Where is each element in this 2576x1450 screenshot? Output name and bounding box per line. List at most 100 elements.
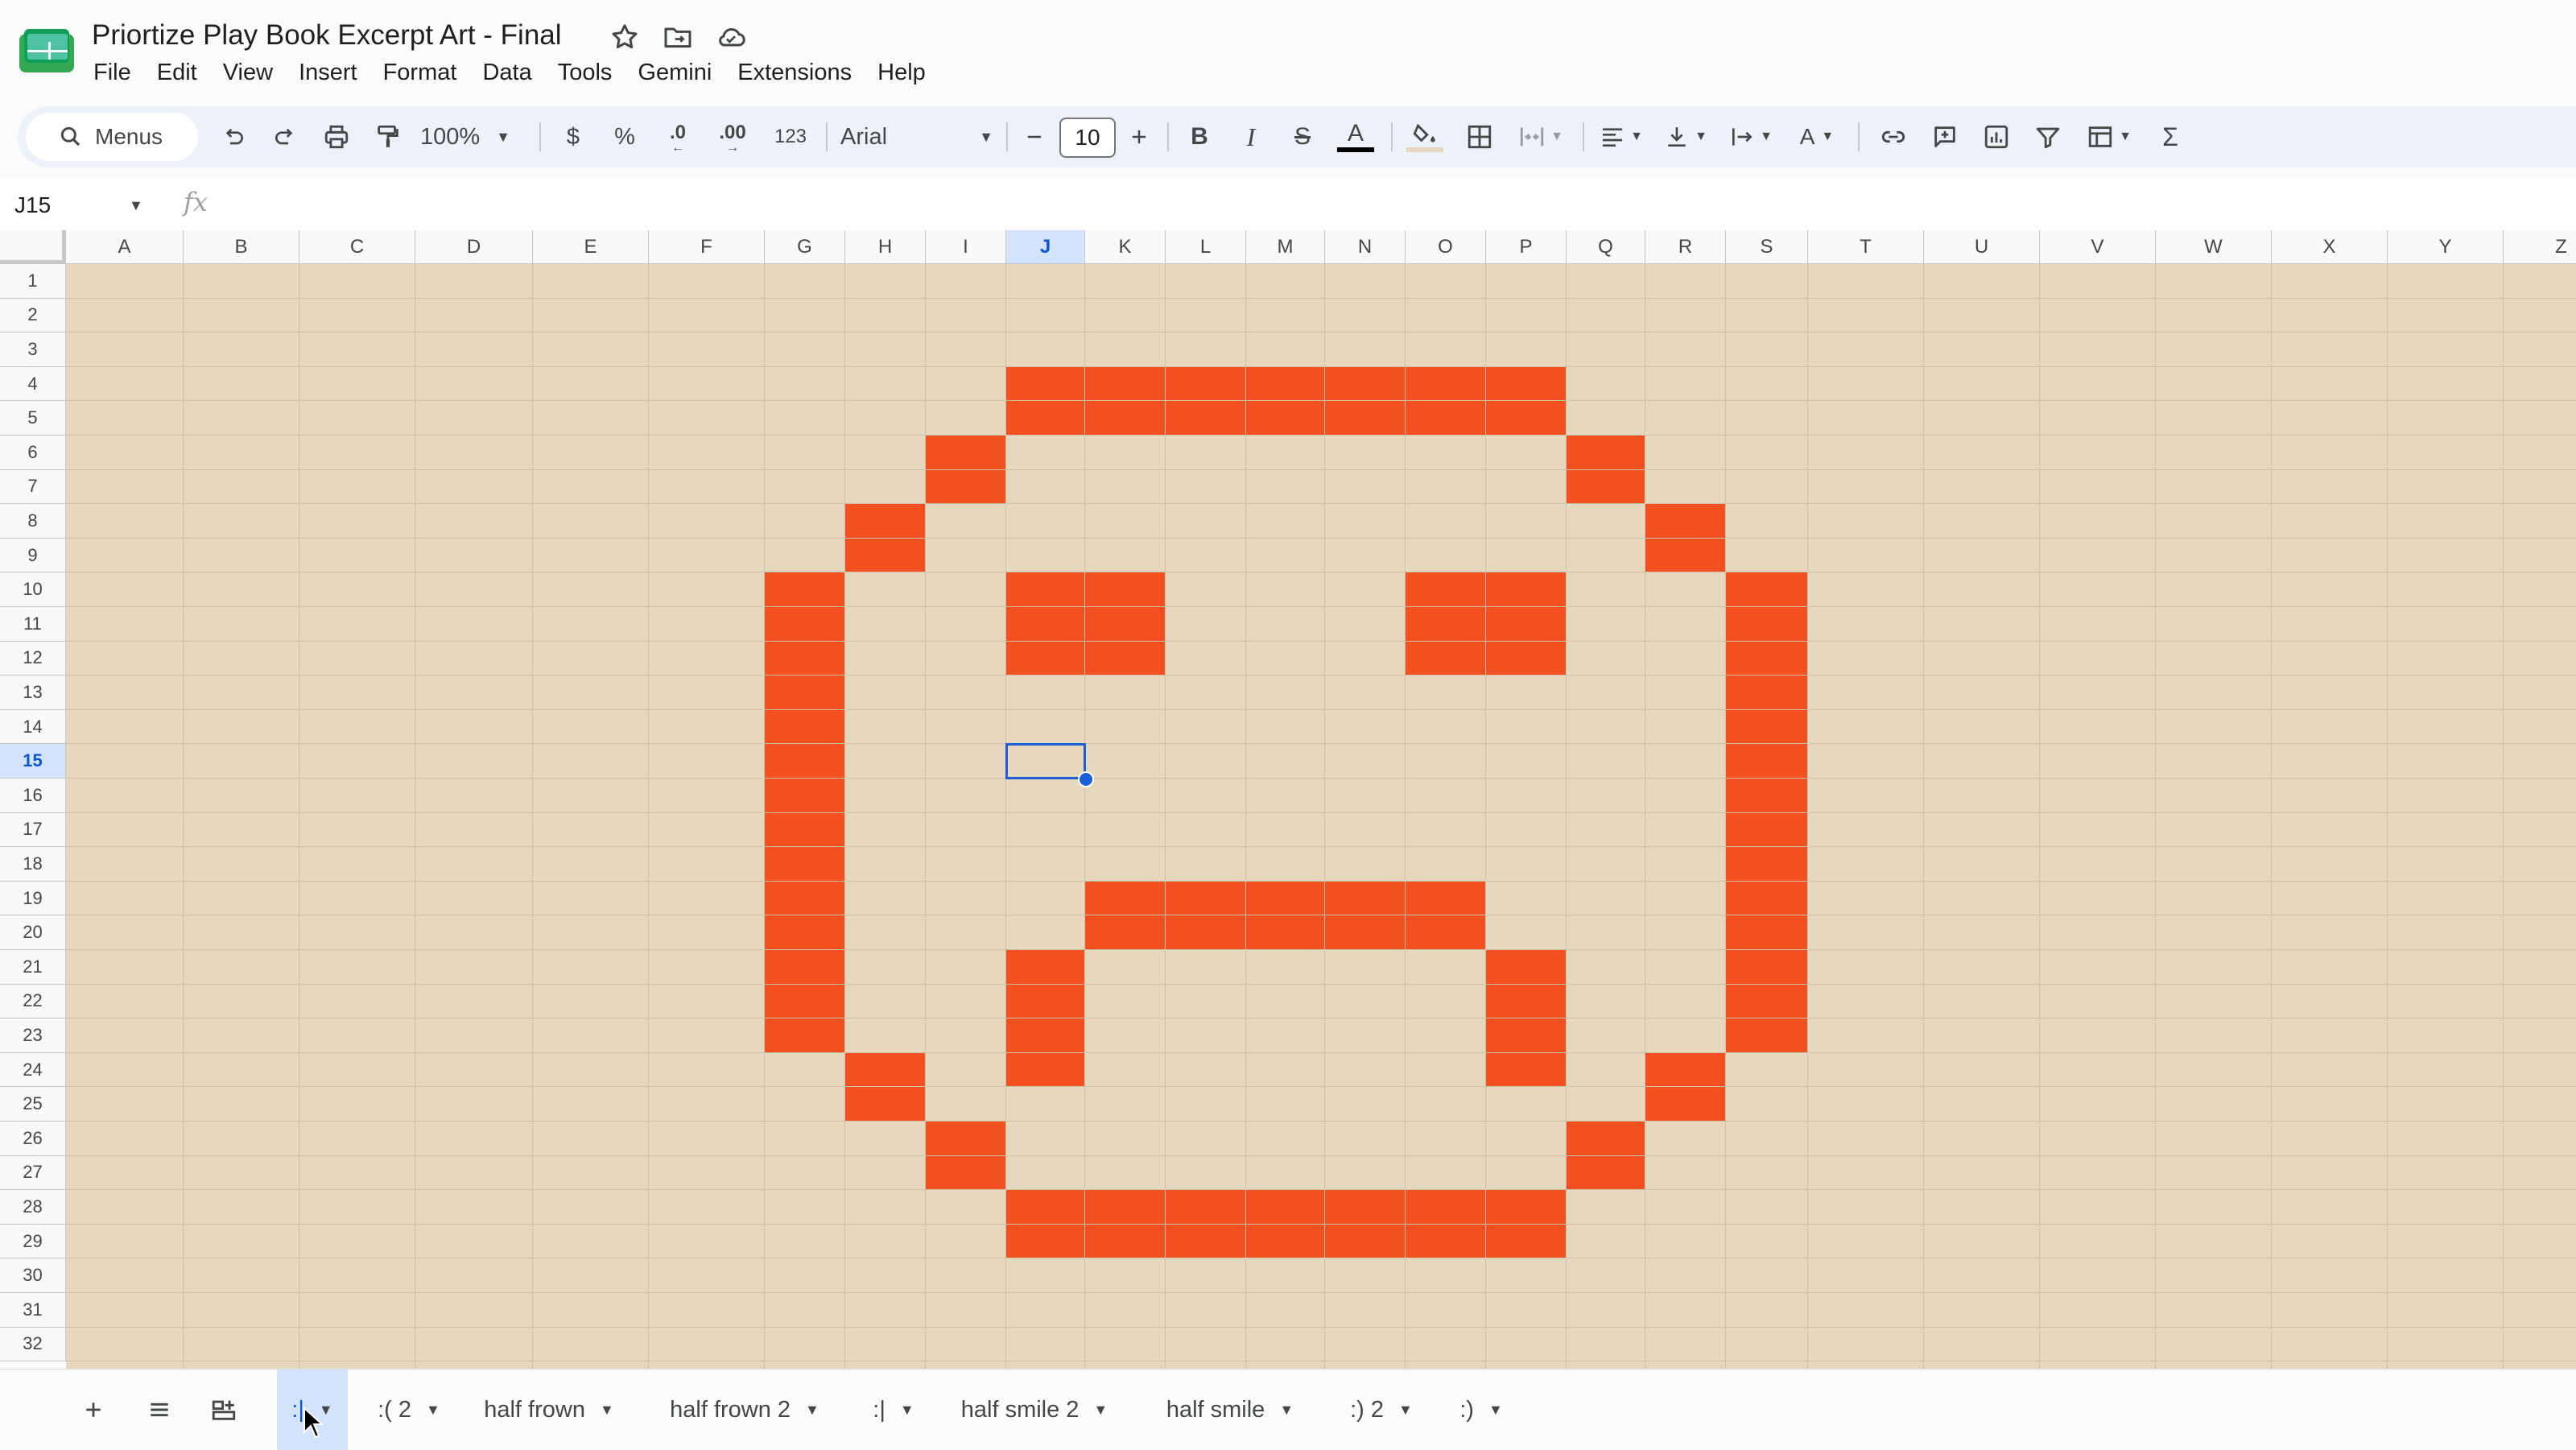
- column-header-h[interactable]: H: [845, 230, 926, 264]
- paint-format-icon[interactable]: [365, 106, 411, 167]
- insert-link-icon[interactable]: [1871, 106, 1916, 167]
- select-all-corner[interactable]: [0, 230, 66, 264]
- add-sheet-icon[interactable]: [76, 1392, 111, 1427]
- row-header-11[interactable]: 11: [0, 607, 66, 642]
- explore-sheets-icon[interactable]: [206, 1392, 242, 1427]
- menu-file[interactable]: File: [80, 55, 144, 90]
- fill-handle[interactable]: [1078, 771, 1094, 787]
- print-icon[interactable]: [314, 106, 359, 167]
- increase-decimal-button[interactable]: .00 →: [707, 106, 758, 167]
- percent-format-button[interactable]: %: [602, 106, 647, 167]
- menu-data[interactable]: Data: [469, 55, 544, 90]
- insert-comment-icon[interactable]: [1922, 106, 1967, 167]
- column-header-p[interactable]: P: [1486, 230, 1567, 264]
- column-header-d[interactable]: D: [415, 230, 533, 264]
- column-header-l[interactable]: L: [1166, 230, 1246, 264]
- row-header-4[interactable]: 4: [0, 366, 66, 402]
- bold-button[interactable]: B: [1177, 106, 1222, 167]
- row-header-19[interactable]: 19: [0, 881, 66, 916]
- formula-input[interactable]: [233, 187, 2552, 224]
- row-header-7[interactable]: 7: [0, 469, 66, 505]
- menu-extensions[interactable]: Extensions: [724, 55, 865, 90]
- column-header-b[interactable]: B: [184, 230, 299, 264]
- move-folder-icon[interactable]: [662, 21, 694, 53]
- filled-cells-J-K-10-12[interactable]: [1006, 572, 1166, 676]
- font-family-select[interactable]: Arial ▼: [840, 106, 993, 167]
- chevron-down-icon[interactable]: ▼: [600, 1402, 614, 1419]
- font-size-input[interactable]: 10: [1059, 118, 1116, 158]
- column-header-n[interactable]: N: [1325, 230, 1406, 264]
- menu-insert[interactable]: Insert: [286, 55, 370, 90]
- row-header-12[interactable]: 12: [0, 641, 66, 676]
- chevron-down-icon[interactable]: ▼: [1279, 1402, 1294, 1419]
- sheets-logo-icon[interactable]: [19, 29, 74, 72]
- row-header-9[interactable]: 9: [0, 538, 66, 573]
- column-header-k[interactable]: K: [1085, 230, 1166, 264]
- menu-view[interactable]: View: [210, 55, 286, 90]
- column-header-g[interactable]: G: [765, 230, 845, 264]
- column-header-a[interactable]: A: [66, 230, 184, 264]
- column-header-v[interactable]: V: [2040, 230, 2156, 264]
- currency-format-button[interactable]: $: [551, 106, 596, 167]
- text-rotation-icon[interactable]: A ▼: [1787, 106, 1847, 167]
- selected-cell[interactable]: [1005, 743, 1086, 779]
- row-header-8[interactable]: 8: [0, 504, 66, 539]
- horizontal-align-icon[interactable]: ▼: [1592, 106, 1650, 167]
- row-header-20[interactable]: 20: [0, 915, 66, 950]
- column-header-m[interactable]: M: [1246, 230, 1325, 264]
- text-wrapping-icon[interactable]: ▼: [1721, 106, 1781, 167]
- decrease-decimal-button[interactable]: .0 ←: [654, 106, 702, 167]
- row-header-24[interactable]: 24: [0, 1052, 66, 1088]
- menu-tools[interactable]: Tools: [545, 55, 625, 90]
- undo-icon[interactable]: [211, 106, 256, 167]
- column-header-f[interactable]: F: [649, 230, 765, 264]
- merge-cells-icon[interactable]: ▼: [1509, 106, 1573, 167]
- name-box[interactable]: J15 ▼: [14, 187, 151, 224]
- chevron-down-icon[interactable]: ▼: [1488, 1402, 1503, 1419]
- all-sheets-icon[interactable]: [142, 1392, 177, 1427]
- row-header-22[interactable]: 22: [0, 984, 66, 1019]
- filled-cells-K-O-19-20[interactable]: [1085, 881, 1486, 950]
- column-header-e[interactable]: E: [533, 230, 649, 264]
- column-header-z[interactable]: Z: [2504, 230, 2576, 264]
- row-header-26[interactable]: 26: [0, 1122, 66, 1156]
- menu-edit[interactable]: Edit: [144, 55, 210, 90]
- column-header-i[interactable]: I: [926, 230, 1006, 264]
- document-title[interactable]: Priortize Play Book Excerpt Art - Final: [92, 16, 562, 55]
- insert-chart-icon[interactable]: [1974, 106, 2019, 167]
- column-header-w[interactable]: W: [2156, 230, 2272, 264]
- row-header-16[interactable]: 16: [0, 779, 66, 813]
- sheet-tab[interactable]: half smile 2 ▼: [950, 1369, 1119, 1450]
- sheet-tab[interactable]: half frown ▼: [470, 1369, 628, 1450]
- filled-cells-O-P-10-12[interactable]: [1406, 572, 1567, 676]
- strikethrough-button[interactable]: S: [1280, 106, 1325, 167]
- row-header-10[interactable]: 10: [0, 572, 66, 607]
- cloud-status-icon[interactable]: [715, 21, 747, 53]
- column-header-s[interactable]: S: [1726, 230, 1808, 264]
- fill-color-button[interactable]: [1399, 106, 1451, 167]
- filled-cells-Q-Q-26-27[interactable]: [1567, 1122, 1645, 1191]
- chevron-down-icon[interactable]: ▼: [1398, 1402, 1413, 1419]
- vertical-align-icon[interactable]: ▼: [1657, 106, 1715, 167]
- row-header-29[interactable]: 29: [0, 1224, 66, 1259]
- row-header-30[interactable]: 30: [0, 1258, 66, 1293]
- filled-cells-Q-Q-6-7[interactable]: [1567, 436, 1645, 505]
- filled-cells-P-P-21-24[interactable]: [1486, 950, 1567, 1088]
- filled-cells-J-P-4-5[interactable]: [1006, 366, 1567, 436]
- cell-area[interactable]: [66, 264, 2576, 1369]
- chevron-down-icon[interactable]: ▼: [900, 1402, 914, 1419]
- menu-gemini[interactable]: Gemini: [625, 55, 724, 90]
- column-header-x[interactable]: X: [2272, 230, 2388, 264]
- row-header-25[interactable]: 25: [0, 1087, 66, 1122]
- row-header-23[interactable]: 23: [0, 1018, 66, 1053]
- row-header-17[interactable]: 17: [0, 812, 66, 848]
- decrease-font-size-button[interactable]: [1014, 106, 1055, 167]
- row-header-27[interactable]: 27: [0, 1155, 66, 1191]
- row-header-18[interactable]: 18: [0, 847, 66, 882]
- menu-format[interactable]: Format: [370, 55, 470, 90]
- column-header-o[interactable]: O: [1406, 230, 1486, 264]
- sheet-tab[interactable]: :| ▼: [861, 1369, 926, 1450]
- filled-cells-H-H-24-25[interactable]: [845, 1052, 926, 1122]
- column-header-t[interactable]: T: [1808, 230, 1924, 264]
- column-header-q[interactable]: Q: [1567, 230, 1645, 264]
